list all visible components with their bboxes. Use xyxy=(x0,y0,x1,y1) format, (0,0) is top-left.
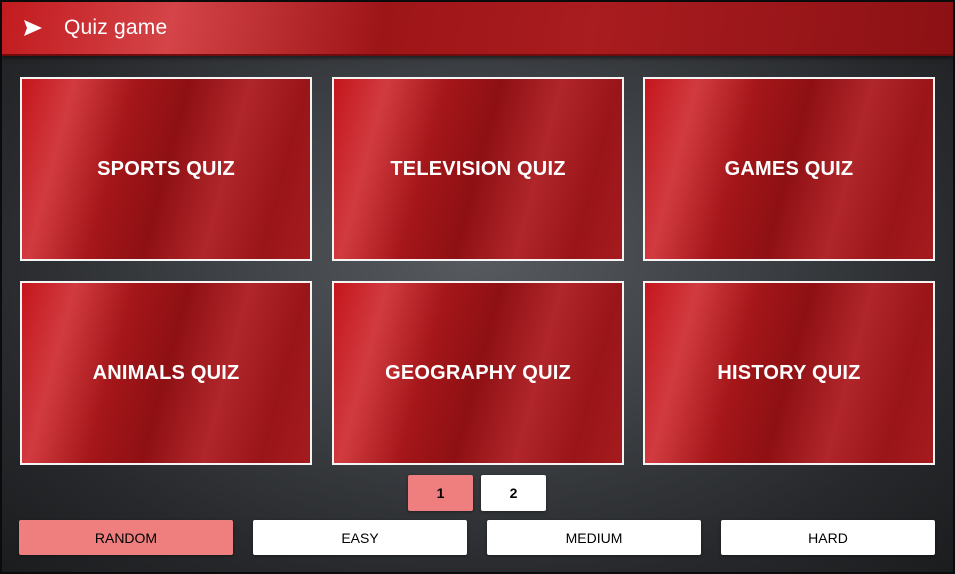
quiz-tile-games[interactable]: GAMES QUIZ xyxy=(643,77,935,261)
app-header: Quiz game xyxy=(2,2,953,56)
quiz-tile-history[interactable]: HISTORY QUIZ xyxy=(643,281,935,465)
quiz-tile-label: ANIMALS QUIZ xyxy=(92,361,240,384)
easy-button[interactable]: EASY xyxy=(253,520,467,555)
quiz-tile-television[interactable]: TELEVISION QUIZ xyxy=(332,77,624,261)
page-button-1[interactable]: 1 xyxy=(408,475,473,511)
send-icon xyxy=(23,18,43,38)
quiz-tile-label: TELEVISION QUIZ xyxy=(390,157,566,180)
medium-button[interactable]: MEDIUM xyxy=(487,520,701,555)
quiz-tile-label: GAMES QUIZ xyxy=(724,157,854,180)
page-title: Quiz game xyxy=(64,16,168,39)
quiz-tile-label: HISTORY QUIZ xyxy=(717,361,861,384)
page-button-2[interactable]: 2 xyxy=(481,475,546,511)
quiz-tile-label: GEOGRAPHY QUIZ xyxy=(385,361,571,384)
random-button[interactable]: RANDOM xyxy=(19,520,233,555)
quiz-tile-geography[interactable]: GEOGRAPHY QUIZ xyxy=(332,281,624,465)
quiz-tile-animals[interactable]: ANIMALS QUIZ xyxy=(20,281,312,465)
app-window: Quiz game SPORTS QUIZ TELEVISION QUIZ GA… xyxy=(0,0,955,574)
quiz-tile-label: SPORTS QUIZ xyxy=(97,157,235,180)
quiz-tile-sports[interactable]: SPORTS QUIZ xyxy=(20,77,312,261)
hard-button[interactable]: HARD xyxy=(721,520,935,555)
